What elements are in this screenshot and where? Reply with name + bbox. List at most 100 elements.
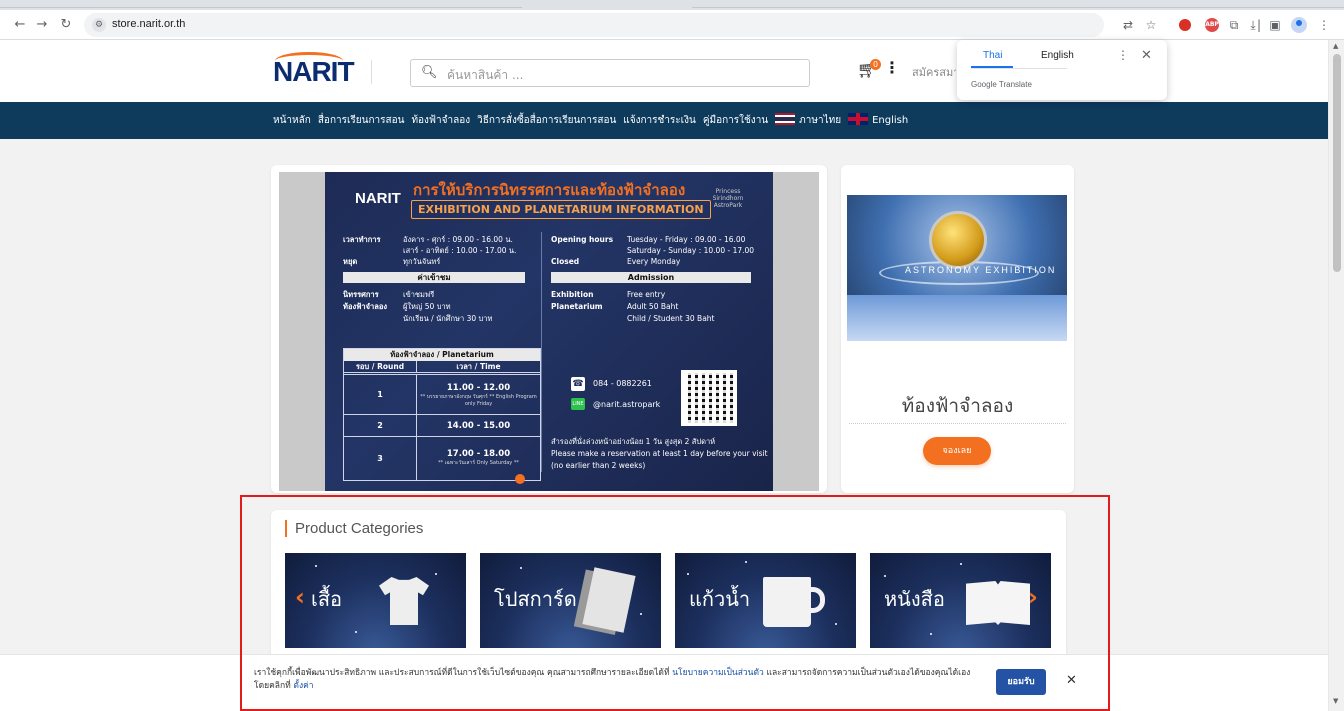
carousel-next-icon[interactable]: ›	[1028, 583, 1038, 611]
round-number: 3	[377, 454, 383, 463]
download-icon[interactable]: ⤓	[1245, 17, 1261, 33]
narit-logo[interactable]: NARIT	[273, 52, 355, 90]
side-panel-icon[interactable]: ▣	[1267, 17, 1283, 33]
en-hours-2: Saturday - Sunday : 10.00 - 17.00	[627, 246, 755, 255]
nav-item-home[interactable]: หน้าหลัก	[273, 113, 311, 128]
translate-popup: Thai English ⋮ ✕ Google Translate	[957, 40, 1167, 100]
search-icon: 🔍︎	[421, 65, 438, 80]
reload-icon[interactable]: ↻	[56, 15, 76, 35]
lang-thai-label: ภาษาไทย	[799, 115, 842, 126]
category-tile-book[interactable]: หนังสือ ›	[870, 553, 1051, 648]
star	[355, 631, 357, 633]
privacy-policy-link[interactable]: นโยบายความเป็นส่วนตัว	[672, 668, 764, 678]
col-time-header: เวลา / Time	[416, 361, 540, 373]
category-tile-mug[interactable]: แก้วน้ำ	[675, 553, 856, 648]
more-menu-icon[interactable]: ⋮	[884, 58, 900, 77]
category-tile-shirt[interactable]: เสื้อ ‹	[285, 553, 466, 648]
scrollbar-thumb[interactable]	[1333, 54, 1341, 272]
logo-text: NARIT	[273, 56, 355, 87]
main-navigation: หน้าหลัก สื่อการเรียนการสอน ท้องฟ้าจำลอง…	[0, 102, 1328, 139]
thai-flag-icon	[775, 113, 796, 125]
close-icon[interactable]: ✕	[1066, 673, 1077, 688]
astronomy-exhibition-photo[interactable]: ASTRONOMY EXHIBITION	[847, 195, 1067, 341]
contact-phone: 084 - 0882261	[593, 379, 652, 388]
translate-icon[interactable]: ⇄	[1120, 17, 1136, 33]
poster-title-english: EXHIBITION AND PLANETARIUM INFORMATION	[411, 200, 711, 219]
bookmark-star-icon[interactable]: ☆	[1143, 17, 1159, 33]
browser-toolbar: ← → ↻ ⚙ store.narit.or.th ⇄ ☆ ⧉ | ⤓ ▣ ⋮	[0, 10, 1344, 40]
search-placeholder: ค้นหาสินค้า ...	[447, 68, 524, 82]
site-settings-icon[interactable]: ⚙	[92, 18, 106, 32]
shirt-icon	[379, 577, 429, 625]
address-bar[interactable]: ⚙ store.narit.or.th	[84, 13, 1104, 37]
accept-cookies-button[interactable]: ยอมรับ	[996, 669, 1046, 695]
search-input[interactable]: 🔍︎ ค้นหาสินค้า ...	[410, 59, 810, 87]
th-closed: ทุกวันจันทร์	[403, 257, 441, 266]
translate-options-icon[interactable]: ⋮	[1117, 48, 1129, 62]
round-time-value: 17.00 - 18.00	[446, 449, 511, 459]
header-divider	[371, 60, 372, 84]
translate-tab-thai[interactable]: Thai	[983, 50, 1002, 61]
nav-item-how-to-order[interactable]: วิธีการสั่งซื้อสื่อการเรียนการสอน	[477, 113, 616, 128]
photo-sign-text: ASTRONOMY EXHIBITION	[905, 265, 1057, 275]
en-admission-bar: Admission	[551, 272, 751, 283]
th-admission-bar: ค่าเข้าชม	[343, 272, 525, 283]
page-scrollbar[interactable]: ▲ ▼	[1328, 40, 1344, 711]
poster-logo: NARIT	[355, 190, 401, 207]
browser-chrome: ← → ↻ ⚙ store.narit.or.th ⇄ ☆ ⧉ | ⤓ ▣ ⋮ …	[0, 0, 1344, 40]
planetarium-schedule-table: ท้องฟ้าจำลอง / Planetarium รอบ / Round เ…	[343, 348, 541, 481]
en-closed: Every Monday	[627, 257, 681, 266]
scroll-down-icon[interactable]: ▼	[1333, 697, 1338, 705]
nav-item-learning-media[interactable]: สื่อการเรียนการสอน	[318, 113, 405, 128]
reserve-english-1: Please make a reservation at least 1 day…	[551, 449, 768, 458]
adblock-icon[interactable]: ABP	[1205, 18, 1219, 32]
register-link[interactable]: สมัครสมาชิก	[912, 63, 956, 81]
translate-tab-english[interactable]: English	[1041, 50, 1074, 61]
table-row: 1 11.00 - 12.00 ** บรรยายภาษาอังกฤษ วันศุ…	[344, 374, 540, 414]
nav-item-payment[interactable]: แจ้งการชำระเงิน	[623, 113, 696, 128]
contact-line: @narit.astropark	[593, 400, 661, 409]
table-row: 2 14.00 - 15.00	[344, 414, 540, 436]
book-icon	[966, 581, 1030, 625]
schedule-table-title: ท้องฟ้าจำลอง / Planetarium	[344, 349, 540, 361]
en-planetarium-2: Child / Student 30 Baht	[627, 314, 715, 323]
star	[640, 613, 642, 615]
carousel-dot[interactable]	[515, 474, 525, 484]
tab-divider	[0, 7, 522, 8]
star	[520, 567, 522, 569]
postcard-icon	[582, 567, 636, 633]
table-row: 3 17.00 - 18.00 ** เฉพาะวันเสาร์ Only Sat…	[344, 436, 540, 480]
browser-menu-icon[interactable]: ⋮	[1316, 17, 1332, 33]
round-number: 2	[377, 421, 383, 430]
round-time-value: 11.00 - 12.00	[446, 383, 511, 393]
en-hours-label: Opening hours	[551, 235, 614, 244]
scroll-up-icon[interactable]: ▲	[1333, 42, 1338, 50]
poster-astropark-badge: Princess Sirindhorn AstroPark	[712, 188, 744, 209]
tab-divider	[692, 7, 1344, 8]
back-icon[interactable]: ←	[10, 15, 30, 35]
nav-lang-english[interactable]: English	[848, 113, 908, 128]
cookie-text-1: เราใช้คุกกี้เพื่อพัฒนาประสิทธิภาพ และประ…	[254, 668, 670, 678]
th-hours-label: เวลาทำการ	[343, 235, 381, 244]
line-app-icon: LINE	[571, 398, 585, 410]
category-tile-postcard[interactable]: โปสการ์ด	[480, 553, 661, 648]
forward-icon[interactable]: →	[32, 15, 52, 35]
carousel-prev-icon[interactable]: ‹	[295, 583, 305, 611]
phone-icon: ☎	[571, 377, 585, 391]
extension-record-icon[interactable]	[1179, 19, 1191, 31]
star	[960, 563, 962, 565]
col-round-header: รอบ / Round	[344, 361, 416, 373]
planetarium-info-poster[interactable]: NARIT การให้บริการนิทรรศการและท้องฟ้าจำล…	[325, 172, 773, 491]
poster-divider	[541, 232, 542, 472]
nav-item-planetarium[interactable]: ท้องฟ้าจำลอง	[411, 113, 470, 128]
en-hours-1: Tuesday - Friday : 09.00 - 16.00	[627, 235, 746, 244]
nav-item-manual[interactable]: คู่มือการใช้งาน	[703, 113, 768, 128]
star	[884, 575, 886, 577]
translate-close-icon[interactable]: ✕	[1141, 48, 1152, 63]
profile-avatar[interactable]	[1291, 17, 1307, 33]
nav-lang-thai[interactable]: ภาษาไทย	[775, 113, 841, 128]
book-now-button[interactable]: จองเลย	[923, 437, 991, 465]
cookie-settings-link[interactable]: ตั้งค่า	[293, 681, 313, 691]
round-note: ** เฉพาะวันเสาร์ Only Saturday **	[438, 460, 519, 466]
extensions-icon[interactable]: ⧉	[1226, 17, 1242, 33]
